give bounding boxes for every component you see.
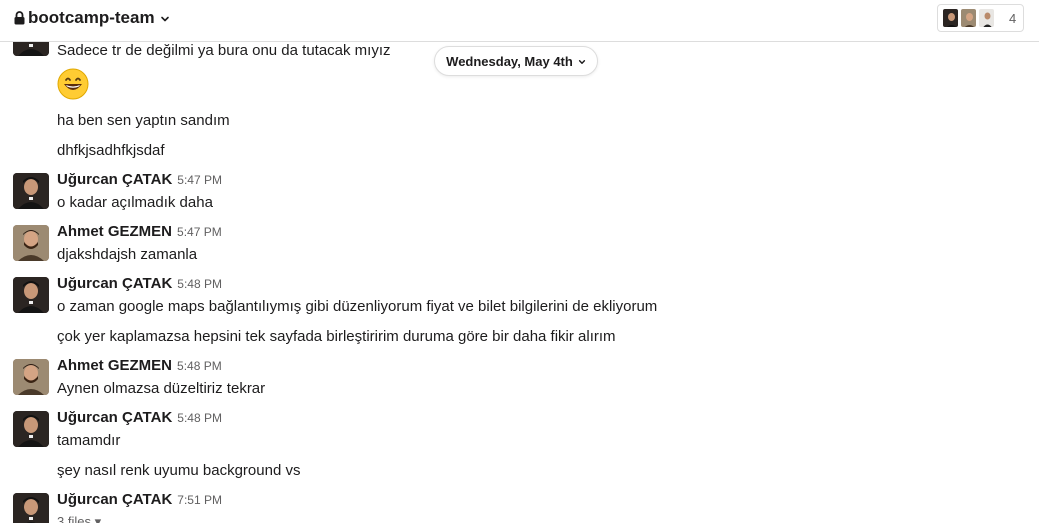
- message-text: tamamdır: [57, 432, 121, 449]
- message-timestamp[interactable]: 5:47 PM: [177, 173, 222, 187]
- chevron-down-icon: [160, 16, 169, 22]
- message-author[interactable]: Uğurcan ÇATAK 5:47 PM: [57, 171, 222, 188]
- message-text: ha ben sen yaptın sandım: [57, 112, 230, 129]
- message-text: Aynen olmazsa düzeltiriz tekrar: [57, 380, 266, 397]
- grinning-face-emoji: [57, 68, 89, 100]
- message-text: djakshdajsh zamanla: [57, 246, 198, 263]
- channel-name-button[interactable]: bootcamp-team: [14, 8, 170, 28]
- date-divider-label: Wednesday, May 4th: [446, 53, 573, 69]
- date-divider-button[interactable]: Wednesday, May 4th: [434, 46, 598, 76]
- message-text: Sadece tr de değilmi ya bura onu da tuta…: [57, 42, 391, 59]
- channel-header: bootcamp-team 4: [0, 0, 1039, 42]
- message-timestamp[interactable]: 5:48 PM: [177, 411, 222, 425]
- avatar[interactable]: [13, 277, 49, 313]
- avatar[interactable]: [13, 359, 49, 395]
- message-timestamp[interactable]: 7:51 PM: [177, 493, 222, 507]
- lock-icon: [14, 11, 25, 25]
- avatar[interactable]: [13, 173, 49, 209]
- chevron-down-icon: [578, 59, 585, 64]
- member-avatar: [978, 8, 995, 28]
- message-text: çok yer kaplamazsa hepsini tek sayfada b…: [57, 328, 616, 345]
- message-text: o zaman google maps bağlantılıymış gibi …: [57, 298, 658, 315]
- channel-name: bootcamp-team: [28, 8, 155, 27]
- message-timestamp[interactable]: 5:48 PM: [177, 277, 222, 291]
- message-author[interactable]: Ahmet GEZMEN 5:48 PM: [57, 357, 222, 374]
- message-author[interactable]: Uğurcan ÇATAK 5:48 PM: [57, 409, 222, 426]
- message-author[interactable]: Uğurcan ÇATAK 7:51 PM: [57, 491, 222, 508]
- message-author[interactable]: Ahmet GEZMEN 5:47 PM: [57, 223, 222, 240]
- message-text: o kadar açılmadık daha: [57, 194, 213, 211]
- avatar[interactable]: [13, 225, 49, 261]
- member-avatar: [942, 8, 959, 28]
- files-toggle[interactable]: 3 files ▾: [57, 514, 101, 523]
- message-timestamp[interactable]: 5:48 PM: [177, 359, 222, 373]
- members-button[interactable]: 4: [937, 4, 1024, 32]
- message-list: Sadece tr de değilmi ya bura onu da tuta…: [0, 0, 1039, 523]
- message-author[interactable]: Uğurcan ÇATAK 5:48 PM: [57, 275, 222, 292]
- avatar[interactable]: [13, 493, 49, 523]
- member-count: 4: [1009, 10, 1017, 26]
- member-avatar: [960, 8, 977, 28]
- avatar[interactable]: [13, 411, 49, 447]
- message-text: dhfkjsadhfkjsdaf: [57, 142, 165, 159]
- message-text: şey nasıl renk uyumu background vs: [57, 462, 301, 479]
- message-timestamp[interactable]: 5:47 PM: [177, 225, 222, 239]
